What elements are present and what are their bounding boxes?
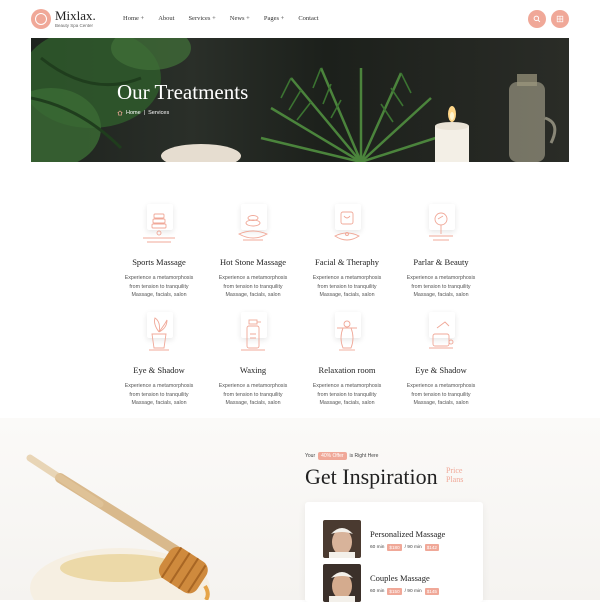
spray-bottle-icon <box>231 312 275 356</box>
plan-prices: 60 min $180 / 90 min $142 <box>370 544 439 551</box>
breadcrumb-separator: | <box>143 110 146 116</box>
treatment-title: Facial & Theraphy <box>314 257 380 267</box>
incense-icon <box>325 312 369 356</box>
treatment-title: Eye & Shadow <box>133 365 185 375</box>
treatment-card[interactable]: Hot Stone Massage Experience a metamorph… <box>208 204 298 300</box>
nav-home[interactable]: Home + <box>123 15 144 22</box>
search-icon <box>533 15 541 23</box>
treatment-card[interactable]: Sports Massage Experience a metamorphosi… <box>114 204 204 300</box>
breadcrumb-home[interactable]: Home <box>126 110 141 116</box>
lotion-icon <box>419 312 463 356</box>
treatment-title: Relaxation room <box>318 365 376 375</box>
treatment-desc: Experience a metamorphosis from tension t… <box>124 383 194 407</box>
treatment-desc: Experience a metamorphosis from tension t… <box>218 275 288 299</box>
search-button[interactable] <box>528 10 546 28</box>
plan-prices: 60 min $150 / 90 min $145 <box>370 588 439 595</box>
main-nav: Home + About Services + News + Pages + C… <box>123 15 333 22</box>
treatment-card[interactable]: Parlar & Beauty Experience a metamorphos… <box>396 204 486 300</box>
treatment-card[interactable]: Waxing Experience a metamorphosis from te… <box>208 312 298 408</box>
price-list-card: Personalized Massage 60 min $180 / 90 mi… <box>305 502 483 602</box>
treatment-title: Eye & Shadow <box>415 365 467 375</box>
section-title: Get Inspiration <box>305 464 438 489</box>
treatment-title: Hot Stone Massage <box>219 257 287 267</box>
brand-logo-icon[interactable] <box>31 9 51 29</box>
price-badge: $145 <box>424 588 439 595</box>
treatment-card[interactable]: Eye & Shadow Experience a metamorphosis f… <box>396 312 486 408</box>
treatment-desc: Experience a metamorphosis from tension t… <box>124 275 194 299</box>
offer-prefix: Your <box>305 453 316 459</box>
brand-name[interactable]: Mixlax. <box>55 9 96 22</box>
breadcrumb: Home | Services <box>117 110 169 116</box>
treatment-desc: Experience a metamorphosis from tension t… <box>406 275 476 299</box>
treatment-desc: Experience a metamorphosis from tension t… <box>312 275 382 299</box>
treatment-desc: Experience a metamorphosis from tension t… <box>218 383 288 407</box>
breadcrumb-current: Services <box>148 110 170 116</box>
plan-name: Couples Massage <box>370 573 430 583</box>
facial-icon <box>325 204 369 248</box>
treatment-desc: Experience a metamorphosis from tension t… <box>406 383 476 407</box>
inspiration-section: Your 40% Offer is Right Here Get Inspira… <box>0 418 600 602</box>
nav-pages[interactable]: Pages + <box>264 15 284 22</box>
plan-photo <box>323 520 361 558</box>
menu-button[interactable] <box>551 10 569 28</box>
treatment-card[interactable]: Eye & Shadow Experience a metamorphosis f… <box>114 312 204 408</box>
hot-stone-icon <box>231 204 275 248</box>
treatment-title: Waxing <box>239 365 267 375</box>
brand-tagline: Beauty Spa Center <box>55 23 94 28</box>
nav-about[interactable]: About <box>158 15 174 22</box>
price-badge: $180 <box>387 544 402 551</box>
offer-tagline: Your 40% Offer is Right Here <box>305 452 378 460</box>
massage-stones-icon <box>137 204 181 248</box>
treatment-title: Parlar & Beauty <box>413 257 469 267</box>
home-icon <box>117 110 123 116</box>
plan-name: Personalized Massage <box>370 529 446 539</box>
grid-menu-icon <box>556 15 564 23</box>
mirror-icon <box>419 204 463 248</box>
plant-pot-icon <box>137 312 181 356</box>
honey-dipper-image <box>0 418 300 600</box>
plan-photo <box>323 564 361 602</box>
nav-news[interactable]: News + <box>230 15 250 22</box>
treatment-card[interactable]: Facial & Theraphy Experience a metamorph… <box>302 204 392 300</box>
page-hero-banner: Our Treatments Home | Services <box>31 38 569 162</box>
price-badge: $142 <box>424 544 439 551</box>
offer-suffix: is Right Here <box>349 453 379 459</box>
price-badge: $150 <box>387 588 402 595</box>
site-header: Mixlax. Beauty Spa Center Home + About S… <box>0 0 600 38</box>
treatment-title: Sports Massage <box>132 257 186 267</box>
nav-services[interactable]: Services + <box>188 15 215 22</box>
offer-badge: 40% Offer <box>318 452 347 460</box>
hero-background-image <box>31 38 557 162</box>
price-plans-label: Price Plans <box>446 466 464 484</box>
nav-contact[interactable]: Contact <box>298 15 318 22</box>
treatment-desc: Experience a metamorphosis from tension t… <box>312 383 382 407</box>
treatment-card[interactable]: Relaxation room Experience a metamorphos… <box>302 312 392 408</box>
page-title: Our Treatments <box>117 80 249 104</box>
